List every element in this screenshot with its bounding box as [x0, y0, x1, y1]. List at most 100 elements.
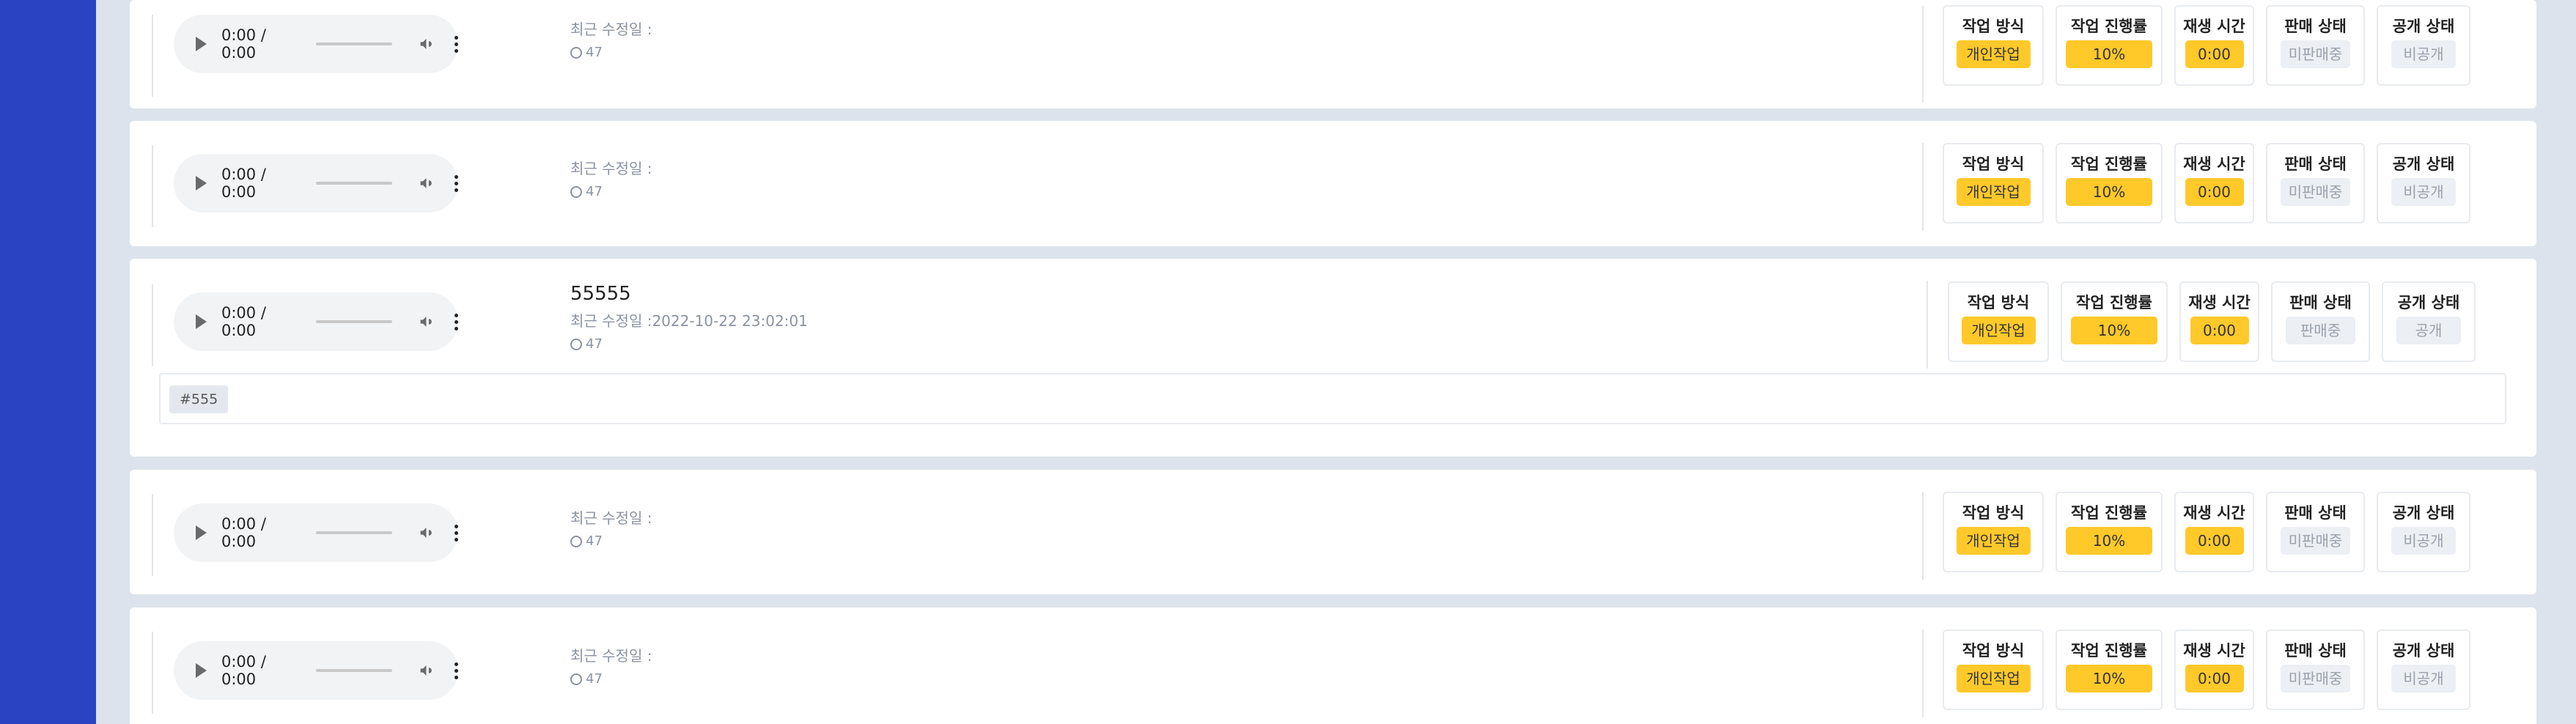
tag-chip[interactable]: #555: [169, 385, 229, 413]
view-icon: [570, 339, 582, 350]
view-icon: [570, 186, 582, 198]
status-group: 작업 방식 개인작업 작업 진행률 10% 재생 시간 0:00 판매 상태 미판매중 …: [1943, 492, 2470, 572]
audio-time: 0:00 / 0:00: [221, 653, 266, 688]
track-card: 0:00 / 0:00 최근 수정일 : 47 작업 방식 개인작업 작업 진행률…: [130, 121, 2536, 246]
view-count: 47: [570, 533, 652, 550]
play-icon[interactable]: [196, 663, 207, 678]
audio-player[interactable]: 0:00 / 0:00: [174, 503, 458, 562]
status-visibility: 공개 상태 비공개: [2377, 492, 2470, 572]
audio-seek-bar[interactable]: [315, 531, 392, 534]
view-count: 47: [570, 336, 808, 352]
view-icon: [570, 536, 582, 547]
volume-icon[interactable]: [419, 662, 434, 679]
status-progress: 작업 진행률 10%: [2056, 5, 2163, 86]
card-divider: [152, 15, 153, 97]
status-progress: 작업 진행률 10%: [2056, 143, 2163, 224]
card-divider: [152, 494, 153, 576]
status-duration: 재생 시간 0:00: [2174, 492, 2254, 572]
view-icon: [570, 673, 582, 685]
view-icon: [570, 47, 582, 59]
volume-icon[interactable]: [419, 35, 434, 53]
status-sale: 판매 상태 미판매중: [2266, 492, 2365, 572]
view-count: 47: [570, 671, 652, 687]
more-options-icon[interactable]: [454, 35, 458, 53]
audio-player[interactable]: 0:00 / 0:00: [174, 641, 458, 700]
status-visibility: 공개 상태 공개: [2382, 281, 2476, 362]
modified-date: 최근 수정일 :: [570, 647, 652, 665]
audio-seek-bar[interactable]: [315, 320, 392, 323]
tag-list: #555: [159, 373, 2506, 424]
status-progress: 작업 진행률 10%: [2056, 629, 2163, 710]
audio-seek-bar[interactable]: [315, 43, 392, 45]
play-icon[interactable]: [196, 525, 207, 540]
status-work-type: 작업 방식 개인작업: [1943, 143, 2044, 224]
view-count: 47: [570, 45, 652, 61]
status-sale: 판매 상태 미판매중: [2266, 629, 2365, 710]
status-duration: 재생 시간 0:00: [2174, 143, 2254, 224]
track-title[interactable]: 55555: [570, 283, 808, 305]
status-progress: 작업 진행률 10%: [2061, 281, 2168, 362]
more-options-icon[interactable]: [454, 174, 458, 192]
status-visibility: 공개 상태 비공개: [2377, 143, 2470, 224]
audio-time: 0:00 / 0:00: [221, 304, 266, 339]
track-card: 0:00 / 0:00 55555 최근 수정일 :2022-10-22 23:…: [130, 259, 2536, 457]
track-info: 55555 최근 수정일 :2022-10-22 23:02:01 47: [570, 283, 808, 352]
audio-seek-bar[interactable]: [315, 182, 392, 185]
status-visibility: 공개 상태 비공개: [2377, 629, 2470, 710]
view-count: 47: [570, 184, 652, 200]
audio-time: 0:00 / 0:00: [221, 26, 266, 62]
status-work-type: 작업 방식 개인작업: [1948, 281, 2049, 362]
card-divider: [152, 284, 153, 366]
play-icon[interactable]: [196, 37, 207, 51]
audio-seek-bar[interactable]: [315, 669, 392, 672]
modified-date: 최근 수정일 :: [570, 160, 652, 177]
status-work-type: 작업 방식 개인작업: [1943, 5, 2044, 86]
status-work-type: 작업 방식 개인작업: [1943, 629, 2044, 710]
track-card: 0:00 / 0:00 최근 수정일 : 47 작업 방식 개인작업 작업 진행률…: [130, 607, 2536, 724]
audio-player[interactable]: 0:00 / 0:00: [174, 15, 458, 73]
track-info: 최근 수정일 : 47: [570, 646, 652, 687]
card-divider: [152, 632, 153, 714]
volume-icon[interactable]: [419, 174, 434, 192]
audio-player[interactable]: 0:00 / 0:00: [174, 154, 458, 213]
play-icon[interactable]: [196, 314, 207, 329]
audio-time: 0:00 / 0:00: [221, 166, 266, 201]
status-divider: [1927, 281, 1928, 369]
status-sale: 판매 상태 미판매중: [2266, 5, 2365, 86]
volume-icon[interactable]: [419, 313, 434, 330]
more-options-icon[interactable]: [454, 662, 458, 679]
track-card: 0:00 / 0:00 최근 수정일 : 47 작업 방식 개인작업 작업 진행률…: [130, 0, 2536, 108]
audio-time: 0:00 / 0:00: [221, 515, 266, 550]
status-group: 작업 방식 개인작업 작업 진행률 10% 재생 시간 0:00 판매 상태 판매중 공…: [1948, 281, 2476, 362]
status-divider: [1922, 629, 1924, 717]
status-duration: 재생 시간 0:00: [2174, 5, 2254, 86]
status-divider: [1922, 492, 1924, 580]
status-visibility: 공개 상태 비공개: [2377, 5, 2470, 86]
track-info: 최근 수정일 : 47: [570, 509, 652, 550]
modified-date: 최근 수정일 :: [570, 509, 652, 527]
volume-icon[interactable]: [419, 524, 434, 542]
status-group: 작업 방식 개인작업 작업 진행률 10% 재생 시간 0:00 판매 상태 미판매중 …: [1943, 143, 2470, 224]
status-progress: 작업 진행률 10%: [2056, 492, 2163, 572]
status-duration: 재생 시간 0:00: [2174, 629, 2254, 710]
modified-date: 최근 수정일 :2022-10-22 23:02:01: [570, 312, 808, 330]
status-work-type: 작업 방식 개인작업: [1943, 492, 2044, 572]
more-options-icon[interactable]: [454, 524, 458, 542]
status-group: 작업 방식 개인작업 작업 진행률 10% 재생 시간 0:00 판매 상태 미판매중 …: [1943, 629, 2470, 710]
more-options-icon[interactable]: [454, 313, 458, 330]
play-icon[interactable]: [196, 176, 207, 191]
status-duration: 재생 시간 0:00: [2179, 281, 2259, 362]
audio-player[interactable]: 0:00 / 0:00: [174, 292, 458, 351]
track-info: 최근 수정일 : 47: [570, 159, 652, 200]
card-divider: [152, 145, 153, 227]
status-group: 작업 방식 개인작업 작업 진행률 10% 재생 시간 0:00 판매 상태 미판매중 …: [1943, 5, 2470, 86]
track-list: 0:00 / 0:00 최근 수정일 : 47 작업 방식 개인작업 작업 진행률…: [130, 0, 2536, 724]
status-divider: [1922, 143, 1924, 231]
status-divider: [1922, 6, 1924, 103]
track-card: 0:00 / 0:00 최근 수정일 : 47 작업 방식 개인작업 작업 진행률…: [130, 470, 2536, 594]
track-info: 최근 수정일 : 47: [570, 20, 652, 61]
status-sale: 판매 상태 판매중: [2271, 281, 2370, 362]
sidebar: [0, 0, 96, 724]
status-sale: 판매 상태 미판매중: [2266, 143, 2365, 224]
modified-date: 최근 수정일 :: [570, 21, 652, 38]
